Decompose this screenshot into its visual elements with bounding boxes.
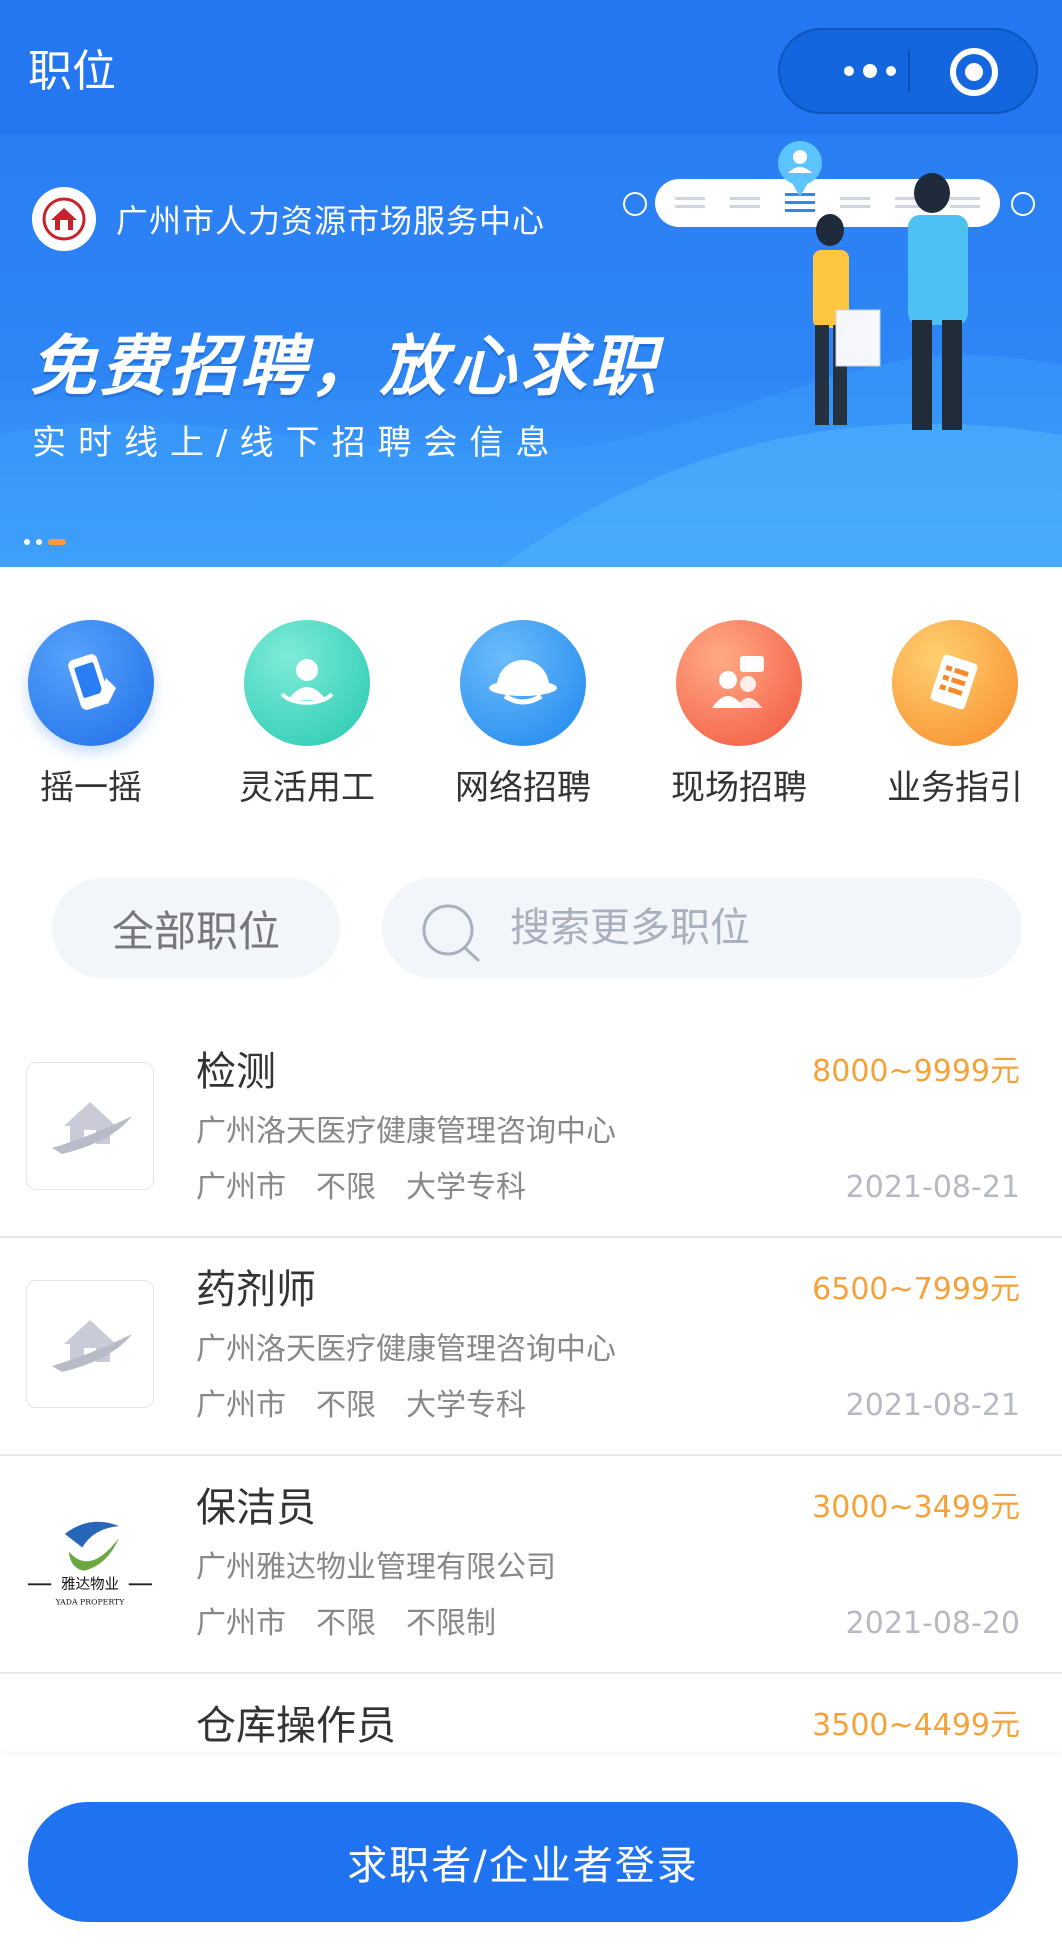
quick-item-label: 现场招聘 — [671, 768, 807, 808]
page-title: 职位 — [28, 46, 116, 97]
job-salary: 6500~7999元 — [812, 1272, 1020, 1307]
organization-logo — [32, 187, 96, 251]
onsite-recruit-icon — [676, 620, 802, 746]
quick-item-online[interactable]: 网络招聘 — [433, 620, 613, 809]
banner-carousel[interactable]: 广州市人力资源市场服务中心 免费招聘，放心求职 实时线上/线下招聘会信息 — [0, 135, 1062, 567]
search-placeholder: 搜索更多职位 — [510, 905, 750, 951]
job-title: 保洁员 — [196, 1485, 316, 1531]
business-guide-icon — [892, 620, 1018, 746]
company-name: 广州洛天医疗健康管理咨询中心 — [196, 1332, 616, 1367]
capsule-divider — [908, 50, 910, 92]
organization-header: 广州市人力资源市场服务中心 — [32, 187, 545, 251]
quick-item-onsite[interactable]: 现场招聘 — [649, 620, 829, 809]
quick-item-guide[interactable]: 业务指引 — [865, 620, 1045, 809]
flexible-worker-icon — [244, 620, 370, 746]
quick-menu: 摇一摇 灵活用工 网络招聘 现场招聘 业务指引 — [0, 620, 1062, 810]
banner-slogan: 免费招聘，放心求职 — [30, 328, 660, 405]
job-list-item[interactable]: 雅达物业 YADA PROPERTY 保洁员 3000~3499元 广州雅达物业… — [0, 1456, 1062, 1674]
miniprogram-capsule — [778, 28, 1038, 114]
company-name: 广州雅达物业管理有限公司 — [196, 1550, 556, 1585]
job-date: 2021-08-20 — [845, 1606, 1020, 1641]
house-placeholder-icon — [26, 1280, 154, 1408]
job-list-item[interactable]: 药剂师 6500~7999元 广州洛天医疗健康管理咨询中心 广州市 不限 大学专… — [0, 1238, 1062, 1456]
quick-item-label: 网络招聘 — [455, 768, 591, 808]
job-experience: 不限 — [316, 1606, 376, 1641]
job-location: 广州市 — [196, 1170, 286, 1205]
job-location: 广州市 — [196, 1606, 286, 1641]
job-salary: 3000~3499元 — [812, 1490, 1020, 1525]
job-list-item[interactable]: 检测 8000~9999元 广州洛天医疗健康管理咨询中心 广州市 不限 大学专科… — [0, 1020, 1062, 1238]
close-target-icon[interactable] — [950, 48, 998, 96]
all-jobs-filter[interactable]: 全部职位 — [52, 878, 340, 978]
quick-item-flexible[interactable]: 灵活用工 — [217, 620, 397, 809]
page: 职位 广州市人力资源市场服务中心 免费招聘，放心求职 实时线上/线下招聘会信息 … — [0, 0, 1062, 1960]
login-button[interactable]: 求职者/企业者登录 — [28, 1802, 1018, 1922]
house-placeholder-icon — [26, 1062, 154, 1190]
search-input[interactable]: 搜索更多职位 — [382, 878, 1022, 978]
job-date: 2021-08-21 — [845, 1388, 1020, 1423]
organization-name: 广州市人力资源市场服务中心 — [116, 202, 546, 240]
job-experience: 不限 — [316, 1170, 376, 1205]
job-location: 广州市 — [196, 1388, 286, 1423]
job-title: 仓库操作员 — [196, 1703, 396, 1749]
job-education: 不限制 — [406, 1606, 496, 1641]
carousel-indicator — [24, 539, 66, 545]
logo-text-cn: 雅达物业 — [61, 1576, 119, 1593]
job-date: 2021-08-21 — [845, 1170, 1020, 1205]
phone-shake-icon — [28, 620, 154, 746]
job-title: 药剂师 — [196, 1267, 316, 1313]
quick-item-shake[interactable]: 摇一摇 — [1, 620, 181, 809]
job-education: 大学专科 — [406, 1388, 526, 1423]
banner-subslogan: 实时线上/线下招聘会信息 — [32, 423, 562, 463]
job-salary: 3500~4499元 — [812, 1708, 1020, 1743]
job-tags: 广州市 不限 大学专科 — [196, 1386, 526, 1426]
online-recruit-icon — [460, 620, 586, 746]
quick-item-label: 灵活用工 — [239, 768, 375, 808]
top-nav-bar: 职位 — [0, 0, 1062, 135]
yada-property-logo: 雅达物业 YADA PROPERTY — [26, 1498, 154, 1626]
more-menu-icon[interactable] — [820, 30, 920, 112]
job-title: 检测 — [196, 1049, 276, 1095]
logo-text-en: YADA PROPERTY — [55, 1598, 126, 1607]
quick-item-label: 摇一摇 — [40, 768, 142, 808]
bottom-bar: 求职者/企业者登录 — [0, 1756, 1062, 1960]
job-education: 大学专科 — [406, 1170, 526, 1205]
job-tags: 广州市 不限 大学专科 — [196, 1168, 526, 1208]
job-tags: 广州市 不限 不限制 — [196, 1604, 496, 1644]
quick-item-label: 业务指引 — [887, 768, 1023, 808]
search-icon — [422, 904, 480, 962]
company-name: 广州洛天医疗健康管理咨询中心 — [196, 1114, 616, 1149]
job-experience: 不限 — [316, 1388, 376, 1423]
job-salary: 8000~9999元 — [812, 1054, 1020, 1089]
